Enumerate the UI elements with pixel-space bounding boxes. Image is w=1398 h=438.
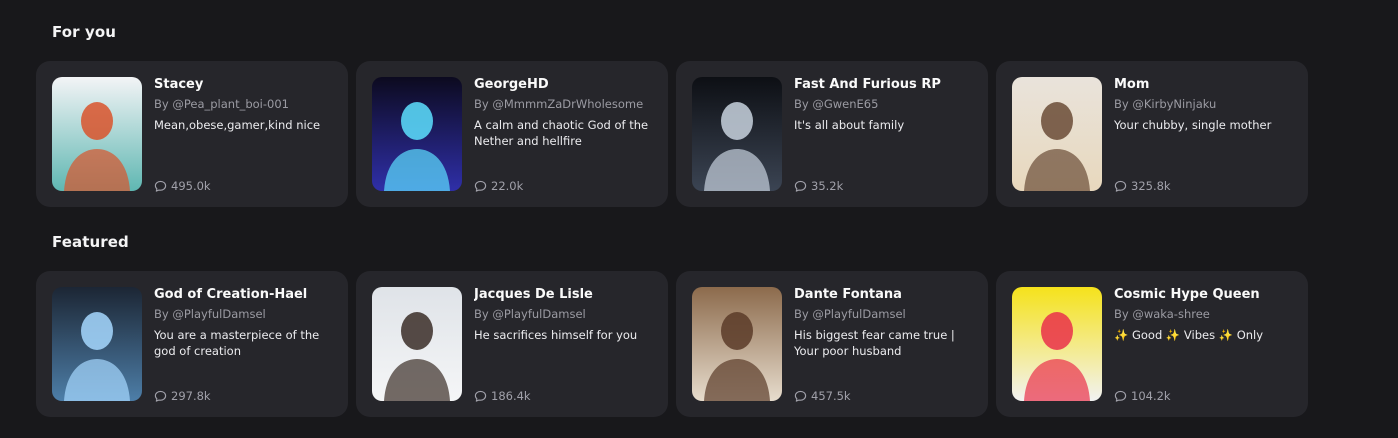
- character-card[interactable]: Stacey By @Pea_plant_boi-001 Mean,obese,ga…: [36, 61, 348, 207]
- card-info: GeorgeHD By @MmmmZaDrWholesome A calm and …: [474, 77, 656, 193]
- character-author[interactable]: By @PlayfulDamsel: [794, 307, 976, 321]
- character-name[interactable]: God of Creation-Hael: [154, 287, 336, 303]
- chat-count-value: 297.8k: [171, 389, 211, 403]
- card-info: Cosmic Hype Queen By @waka-shree ✨ Good ✨ …: [1114, 287, 1296, 403]
- avatar-image: [52, 287, 142, 401]
- chat-count-value: 495.0k: [171, 179, 211, 193]
- character-author[interactable]: By @PlayfulDamsel: [474, 307, 656, 321]
- chat-bubble-icon: [794, 390, 807, 402]
- character-author[interactable]: By @waka-shree: [1114, 307, 1296, 321]
- chat-bubble-icon: [474, 390, 487, 402]
- character-description: Your chubby, single mother: [1114, 118, 1272, 132]
- character-card[interactable]: Dante Fontana By @PlayfulDamsel His bigges…: [676, 271, 988, 417]
- chat-count: 297.8k: [154, 389, 211, 403]
- chat-count-value: 22.0k: [491, 179, 524, 193]
- character-description: His biggest fear came true | Your poor h…: [794, 328, 955, 358]
- avatar-image: [52, 77, 142, 191]
- chat-count-value: 35.2k: [811, 179, 844, 193]
- character-author[interactable]: By @GwenE65: [794, 97, 976, 111]
- chat-count: 104.2k: [1114, 389, 1171, 403]
- character-description: He sacrifices himself for you: [474, 328, 638, 342]
- character-name[interactable]: Dante Fontana: [794, 287, 976, 303]
- chat-bubble-icon: [154, 180, 167, 192]
- chat-bubble-icon: [1114, 180, 1127, 192]
- card-info: Dante Fontana By @PlayfulDamsel His bigges…: [794, 287, 976, 403]
- chat-count: 35.2k: [794, 179, 843, 193]
- chat-count: 457.5k: [794, 389, 851, 403]
- character-description: A calm and chaotic God of the Nether and…: [474, 118, 649, 148]
- section-title-featured: Featured: [52, 233, 129, 251]
- chat-count: 22.0k: [474, 179, 523, 193]
- character-author[interactable]: By @Pea_plant_boi-001: [154, 97, 336, 111]
- character-name[interactable]: Fast And Furious RP: [794, 77, 976, 93]
- character-avatar[interactable]: [1012, 77, 1102, 191]
- character-description: You are a masterpiece of the god of crea…: [154, 328, 320, 358]
- chat-bubble-icon: [794, 180, 807, 192]
- card-info: Jacques De Lisle By @PlayfulDamsel He sacr…: [474, 287, 656, 403]
- character-card[interactable]: Jacques De Lisle By @PlayfulDamsel He sacr…: [356, 271, 668, 417]
- character-description: ✨ Good ✨ Vibes ✨ Only: [1114, 328, 1264, 342]
- character-card[interactable]: Mom By @KirbyNinjaku Your chubby, single m…: [996, 61, 1308, 207]
- card-info: Stacey By @Pea_plant_boi-001 Mean,obese,ga…: [154, 77, 336, 193]
- chat-count-value: 104.2k: [1131, 389, 1171, 403]
- avatar-image: [372, 287, 462, 401]
- character-name[interactable]: Mom: [1114, 77, 1296, 93]
- chat-count-value: 186.4k: [491, 389, 531, 403]
- avatar-image: [1012, 77, 1102, 191]
- featured-row: God of Creation-Hael By @PlayfulDamsel You…: [36, 271, 1308, 417]
- card-info: God of Creation-Hael By @PlayfulDamsel You…: [154, 287, 336, 403]
- character-avatar[interactable]: [52, 287, 142, 401]
- character-avatar[interactable]: [692, 287, 782, 401]
- chat-count: 495.0k: [154, 179, 211, 193]
- character-author[interactable]: By @PlayfulDamsel: [154, 307, 336, 321]
- character-name[interactable]: Stacey: [154, 77, 336, 93]
- chat-count-value: 325.8k: [1131, 179, 1171, 193]
- character-author[interactable]: By @MmmmZaDrWholesome: [474, 97, 656, 111]
- chat-count: 186.4k: [474, 389, 531, 403]
- card-info: Mom By @KirbyNinjaku Your chubby, single m…: [1114, 77, 1296, 193]
- character-card[interactable]: Fast And Furious RP By @GwenE65 It's all a…: [676, 61, 988, 207]
- character-name[interactable]: GeorgeHD: [474, 77, 656, 93]
- character-card[interactable]: Cosmic Hype Queen By @waka-shree ✨ Good ✨ …: [996, 271, 1308, 417]
- character-name[interactable]: Jacques De Lisle: [474, 287, 656, 303]
- section-title-for-you: For you: [52, 23, 117, 41]
- character-avatar[interactable]: [1012, 287, 1102, 401]
- avatar-image: [692, 77, 782, 191]
- character-description: It's all about family: [794, 118, 905, 132]
- chat-bubble-icon: [1114, 390, 1127, 402]
- character-card[interactable]: God of Creation-Hael By @PlayfulDamsel You…: [36, 271, 348, 417]
- avatar-image: [1012, 287, 1102, 401]
- avatar-image: [372, 77, 462, 191]
- card-info: Fast And Furious RP By @GwenE65 It's all a…: [794, 77, 976, 193]
- character-avatar[interactable]: [692, 77, 782, 191]
- chat-bubble-icon: [474, 180, 487, 192]
- chat-bubble-icon: [154, 390, 167, 402]
- character-card[interactable]: GeorgeHD By @MmmmZaDrWholesome A calm and …: [356, 61, 668, 207]
- avatar-image: [692, 287, 782, 401]
- character-avatar[interactable]: [372, 77, 462, 191]
- character-name[interactable]: Cosmic Hype Queen: [1114, 287, 1296, 303]
- chat-count: 325.8k: [1114, 179, 1171, 193]
- character-author[interactable]: By @KirbyNinjaku: [1114, 97, 1296, 111]
- chat-count-value: 457.5k: [811, 389, 851, 403]
- character-description: Mean,obese,gamer,kind nice: [154, 118, 321, 132]
- for-you-row: Stacey By @Pea_plant_boi-001 Mean,obese,ga…: [36, 61, 1308, 207]
- character-avatar[interactable]: [372, 287, 462, 401]
- character-avatar[interactable]: [52, 77, 142, 191]
